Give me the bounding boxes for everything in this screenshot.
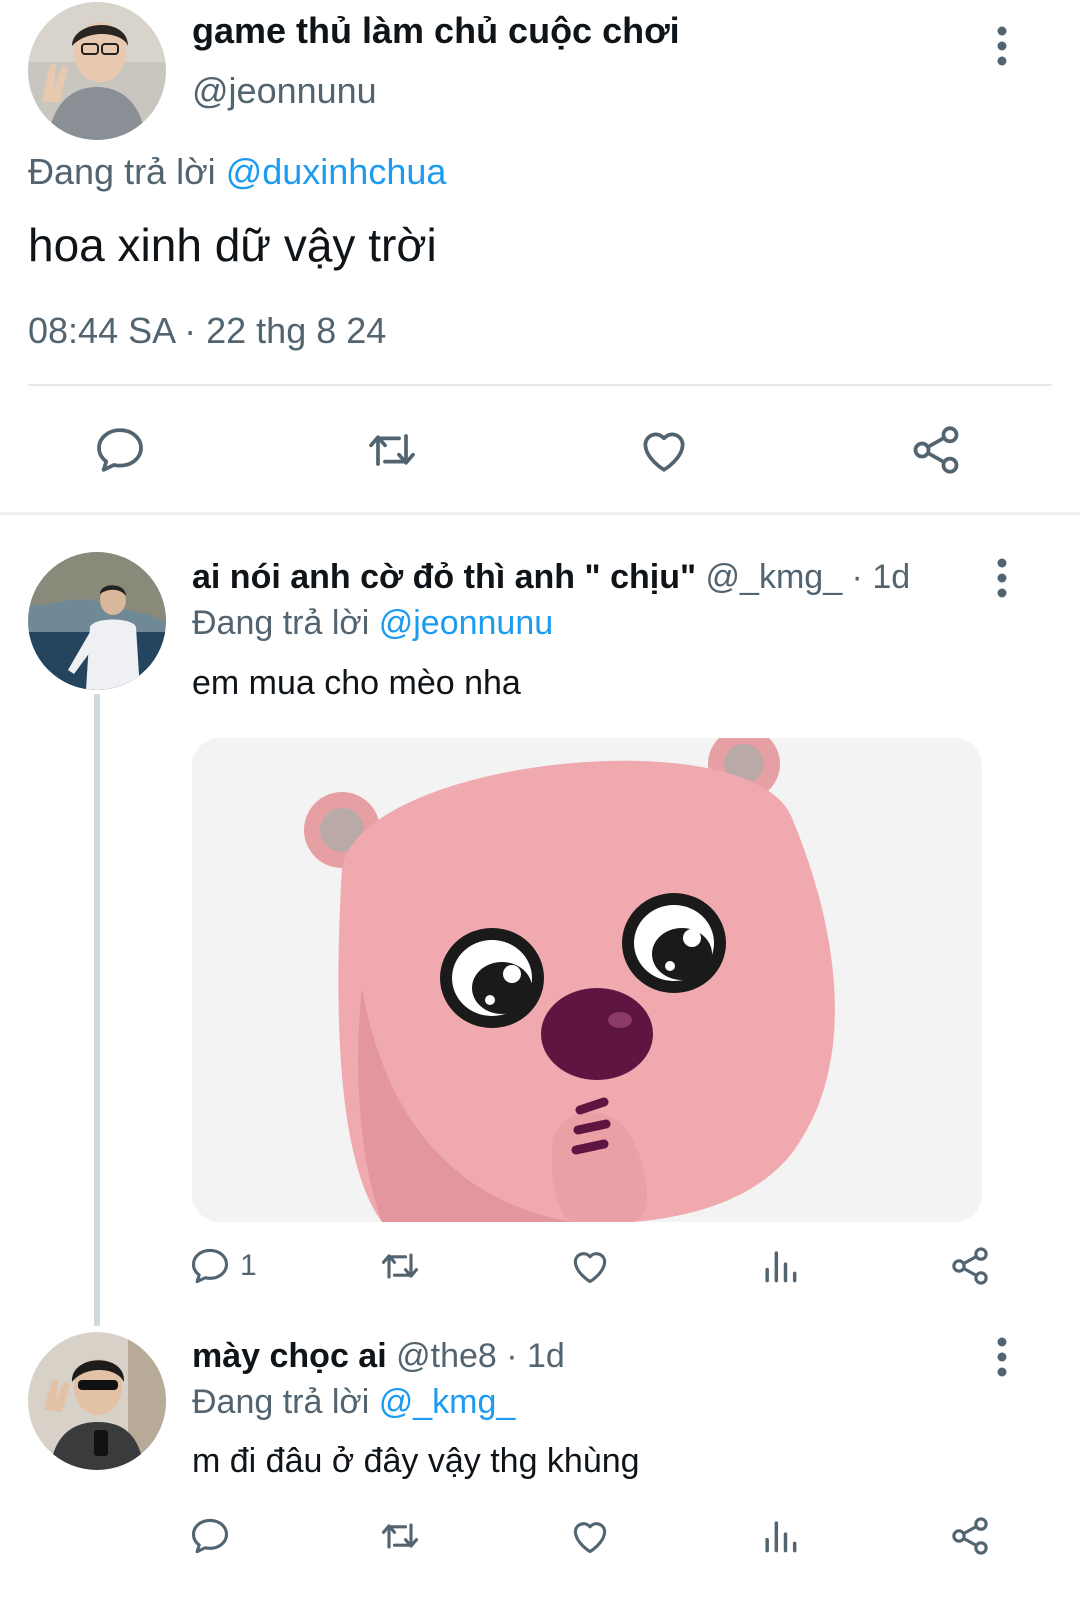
replying-to-label: Đang trả lời xyxy=(192,604,370,642)
reply2-author-avatar[interactable] xyxy=(28,1332,166,1470)
main-author-handle[interactable]: @jeonnunu xyxy=(192,70,377,112)
reply-count: 1 xyxy=(240,1249,257,1282)
reply-bubble-icon xyxy=(191,1518,229,1554)
main-author-name[interactable]: game thủ làm chủ cuộc chơi xyxy=(192,10,680,52)
views-button[interactable] xyxy=(758,1236,802,1296)
replying-to-label: Đang trả lời xyxy=(28,151,216,192)
reply2-replying-to: Đang trả lời @_kmg_ xyxy=(192,1383,515,1422)
replying-to-mention[interactable]: @_kmg_ xyxy=(379,1383,516,1421)
main-tweet-text: hoa xinh dữ vậy trời xyxy=(28,219,437,271)
heart-icon xyxy=(573,1522,607,1554)
heart-icon xyxy=(573,1252,607,1284)
share-icon xyxy=(952,1247,988,1285)
reply1-more-options-button[interactable] xyxy=(982,548,1022,608)
views-bar-chart-icon xyxy=(765,1521,797,1553)
reply2-more-options-button[interactable] xyxy=(982,1327,1022,1387)
views-bar-chart-icon xyxy=(765,1251,797,1283)
more-vertical-icon xyxy=(997,26,1007,66)
main-tweet-actions xyxy=(0,410,1080,490)
reply-bubble-icon xyxy=(97,428,143,472)
reply1-header: ai nói anh cờ đỏ thì anh " chịu" @_kmg_ … xyxy=(192,558,910,597)
share-button[interactable] xyxy=(948,1506,992,1566)
section-divider xyxy=(0,512,1080,515)
share-button[interactable] xyxy=(948,1236,992,1296)
reply2-author-name[interactable]: mày chọc ai xyxy=(192,1337,387,1375)
more-vertical-icon xyxy=(997,558,1007,598)
share-icon xyxy=(952,1517,988,1555)
retweet-icon xyxy=(381,1253,419,1279)
retweet-button[interactable] xyxy=(352,410,432,490)
main-more-options-button[interactable] xyxy=(982,16,1022,76)
reply-bubble-icon xyxy=(191,1248,229,1284)
like-button[interactable] xyxy=(624,410,704,490)
heart-icon xyxy=(643,432,685,472)
reply2-actions xyxy=(0,1506,1080,1566)
main-tweet-timestamp[interactable]: 08:44 SA · 22 thg 8 24 xyxy=(28,310,386,352)
views-button[interactable] xyxy=(758,1506,802,1566)
thread-connector-line xyxy=(94,694,100,1326)
reply1-author-name[interactable]: ai nói anh cờ đỏ thì anh " chịu" xyxy=(192,558,696,596)
replying-to-mention[interactable]: @jeonnunu xyxy=(379,604,553,642)
retweet-icon xyxy=(381,1523,419,1549)
replying-to-label: Đang trả lời xyxy=(192,1383,370,1421)
retweet-button[interactable] xyxy=(378,1506,422,1566)
reply2-handle-time[interactable]: @the8 · 1d xyxy=(396,1337,565,1375)
main-replying-to: Đang trả lời @duxinhchua xyxy=(28,151,446,193)
reply1-author-avatar[interactable] xyxy=(28,552,166,690)
share-button[interactable] xyxy=(896,410,976,490)
share-icon xyxy=(913,426,959,474)
like-button[interactable] xyxy=(568,1236,612,1296)
reply2-text: m đi đâu ở đây vậy thg khùng xyxy=(192,1442,640,1480)
retweet-icon xyxy=(369,434,415,466)
reply-button[interactable]: 1 xyxy=(188,1236,257,1296)
more-vertical-icon xyxy=(997,1337,1007,1377)
reply1-media-image[interactable] xyxy=(192,738,982,1222)
divider xyxy=(28,384,1052,386)
reply1-text: em mua cho mèo nha xyxy=(192,664,521,702)
reply1-replying-to: Đang trả lời @jeonnunu xyxy=(192,604,553,643)
replying-to-mention[interactable]: @duxinhchua xyxy=(226,151,447,192)
reply2-header: mày chọc ai @the8 · 1d xyxy=(192,1337,565,1376)
pink-beaver-sticker-image xyxy=(192,738,982,1222)
reply1-handle-time[interactable]: @_kmg_ · 1d xyxy=(706,558,911,596)
reply-button[interactable] xyxy=(188,1506,240,1566)
like-button[interactable] xyxy=(568,1506,612,1566)
reply-button[interactable] xyxy=(80,410,160,490)
main-author-avatar[interactable] xyxy=(28,2,166,140)
reply1-actions: 1 xyxy=(0,1236,1080,1296)
retweet-button[interactable] xyxy=(378,1236,422,1296)
